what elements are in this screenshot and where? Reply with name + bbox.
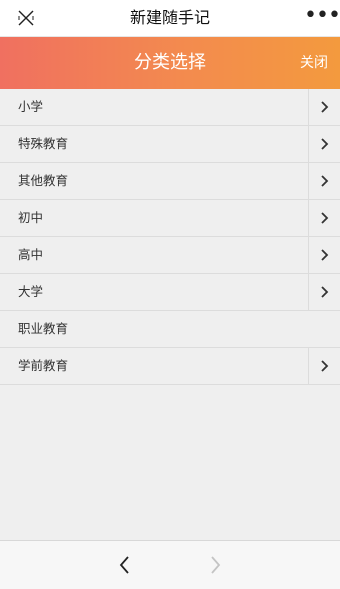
list-item[interactable]: 高中: [0, 237, 340, 274]
chevron-right-icon[interactable]: [308, 163, 340, 199]
category-list: 小学 特殊教育 其他教育 初中 高中 大学 职业教育 学前教育: [0, 89, 340, 540]
list-item[interactable]: 大学: [0, 274, 340, 311]
list-item-label: 小学: [18, 99, 44, 114]
list-item[interactable]: 小学: [0, 89, 340, 126]
chevron-right-icon[interactable]: [308, 348, 340, 384]
list-item-label: 学前教育: [18, 358, 69, 373]
chevron-left-icon[interactable]: [115, 553, 135, 577]
browser-bottom-bar: [0, 540, 340, 589]
list-item[interactable]: 职业教育: [0, 311, 340, 348]
header-title: 分类选择: [134, 52, 206, 73]
chevron-right-icon[interactable]: [308, 200, 340, 236]
list-item-label: 职业教育: [18, 321, 69, 336]
list-item[interactable]: 特殊教育: [0, 126, 340, 163]
chevron-right-icon[interactable]: [308, 89, 340, 125]
more-dots-icon[interactable]: •••: [304, 5, 340, 30]
list-item[interactable]: 初中: [0, 200, 340, 237]
chevron-right-icon[interactable]: [308, 237, 340, 273]
chevron-right-icon[interactable]: [205, 553, 225, 577]
close-button[interactable]: 关闭: [300, 37, 328, 89]
list-item-label: 初中: [18, 210, 44, 225]
list-item-label: 大学: [18, 284, 44, 299]
chevron-right-icon[interactable]: [308, 126, 340, 162]
list-item[interactable]: 其他教育: [0, 163, 340, 200]
page-title: 新建随手记: [129, 8, 210, 27]
category-header: 分类选择 关闭: [0, 37, 340, 89]
top-navigation-bar: 新建随手记 •••: [0, 0, 340, 37]
list-item-label: 特殊教育: [18, 136, 69, 151]
list-item-label: 其他教育: [18, 173, 69, 188]
list-item[interactable]: 学前教育: [0, 348, 340, 385]
list-item-label: 高中: [18, 247, 44, 262]
chevron-right-icon[interactable]: [308, 274, 340, 310]
